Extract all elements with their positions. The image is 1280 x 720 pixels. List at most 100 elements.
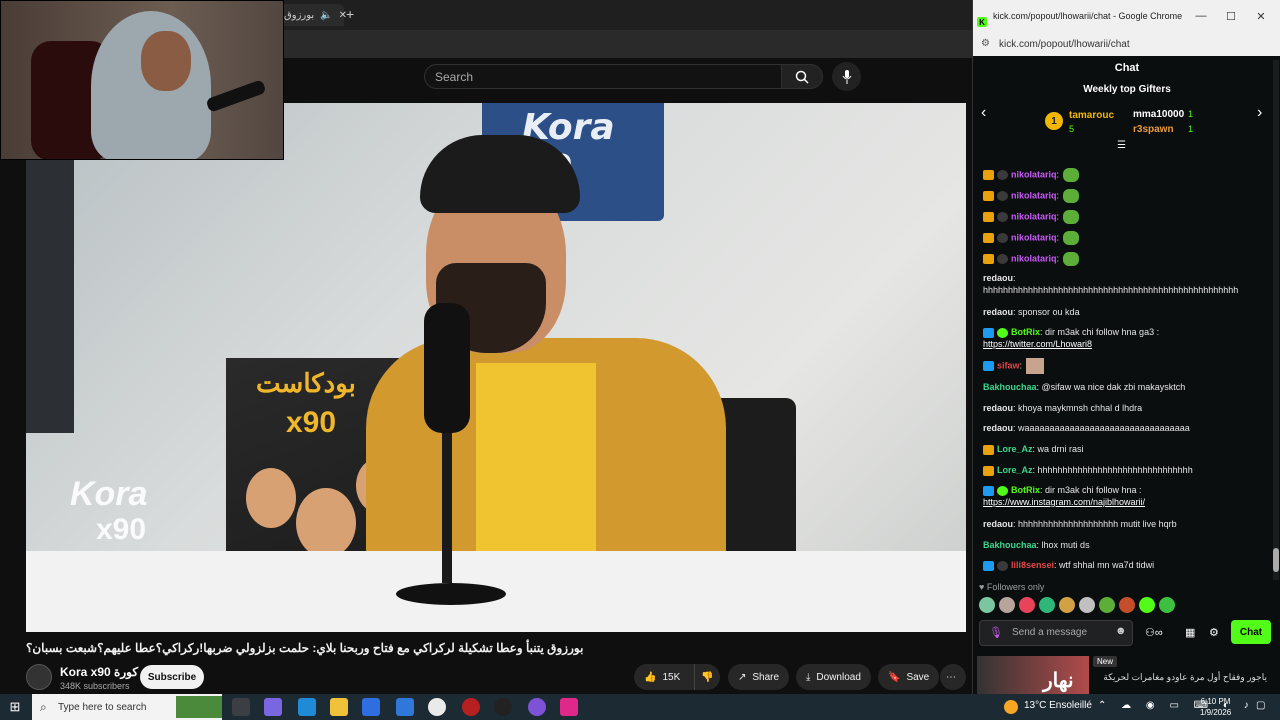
chat-message: nikolatariq: bbox=[983, 168, 1263, 182]
chat-message: Bakhouchaa: lhox muti ds bbox=[983, 540, 1090, 550]
emoji-picker-icon[interactable]: ☻ bbox=[1115, 625, 1127, 637]
chat-username[interactable]: nikolatariq bbox=[1011, 190, 1057, 200]
maximize-icon[interactable]: ☐ bbox=[1221, 10, 1241, 24]
emote-icon[interactable] bbox=[1019, 597, 1035, 613]
chat-username[interactable]: BotRix bbox=[1011, 485, 1040, 495]
chat-link[interactable]: https://twitter.com/Lhowari8 bbox=[983, 339, 1092, 349]
subscriber-icon bbox=[997, 254, 1008, 264]
send-chat-button[interactable]: Chat bbox=[1231, 620, 1271, 644]
chat-username[interactable]: redaou bbox=[983, 403, 1013, 413]
gifter-name[interactable]: r3spawn bbox=[1133, 124, 1174, 135]
verified-icon bbox=[997, 327, 1008, 338]
chat-username[interactable]: BotRix bbox=[1011, 327, 1040, 337]
chat-text: wtf shhal mn wa7d tidwi bbox=[1059, 560, 1155, 570]
gifter-name[interactable]: mma10000 bbox=[1133, 109, 1184, 120]
new-tab-button[interactable]: + bbox=[346, 6, 362, 22]
file-explorer-icon[interactable] bbox=[330, 698, 348, 716]
chat-scroll-thumb[interactable] bbox=[1273, 548, 1279, 572]
chat-username[interactable]: nikolatariq bbox=[1011, 232, 1057, 242]
copilot-icon[interactable] bbox=[264, 698, 282, 716]
crown-icon bbox=[983, 254, 994, 264]
chat-username[interactable]: nikolatariq bbox=[1011, 253, 1057, 263]
crown-icon bbox=[983, 191, 994, 201]
mail-icon[interactable] bbox=[396, 698, 414, 716]
store-icon[interactable] bbox=[362, 698, 380, 716]
channel-avatar[interactable] bbox=[26, 664, 52, 690]
emote-icon[interactable] bbox=[999, 597, 1015, 613]
edge-icon[interactable] bbox=[298, 698, 316, 716]
gifter-count: 1 bbox=[1188, 109, 1194, 119]
site-info-icon[interactable]: ⚙ bbox=[981, 38, 990, 49]
chat-message: nikolatariq: bbox=[983, 189, 1263, 203]
clock[interactable]: 6:10 PM 1/9/2026 bbox=[1200, 696, 1231, 718]
emote-icon[interactable] bbox=[1079, 597, 1095, 613]
discord-icon[interactable] bbox=[528, 698, 546, 716]
like-button[interactable]: 👍 15K bbox=[634, 664, 694, 690]
chat-username[interactable]: Lore_Az bbox=[997, 465, 1033, 475]
gift-icon[interactable]: ▦ bbox=[1185, 626, 1195, 639]
dislike-button[interactable]: 👎 bbox=[694, 664, 720, 690]
share-button[interactable]: ↗ Share bbox=[728, 664, 790, 690]
search-icon bbox=[795, 70, 809, 84]
video-player[interactable]: Kora 90 بودكاست x90 Kora x90 bbox=[26, 103, 966, 632]
link-icon[interactable]: ⚇∞ bbox=[1145, 626, 1163, 639]
chat-text: hhhhhhhhhhhhhhhhhhhhhhhhhhhhhhhhhhhhhhhh… bbox=[983, 285, 1239, 295]
search-button[interactable] bbox=[781, 64, 823, 89]
weather-widget[interactable]: 13°C Ensoleillé bbox=[1024, 700, 1092, 711]
app-icon[interactable] bbox=[560, 698, 578, 716]
gear-icon[interactable]: ⚙ bbox=[1209, 626, 1219, 639]
address-bar[interactable]: kick.com/popout/lhowarii/chat bbox=[973, 32, 1280, 56]
obs-icon[interactable] bbox=[462, 698, 480, 716]
emote-icon[interactable] bbox=[1059, 597, 1075, 613]
chevron-left-icon[interactable]: ‹ bbox=[981, 104, 986, 122]
emote-icon bbox=[1063, 168, 1080, 182]
task-view-icon[interactable] bbox=[232, 698, 250, 716]
download-button[interactable]: ⤓ Download bbox=[796, 664, 871, 690]
emote-icon[interactable] bbox=[1139, 597, 1155, 613]
chat-username[interactable]: sifaw bbox=[997, 360, 1020, 370]
emote-icon[interactable] bbox=[979, 597, 995, 613]
chat-link[interactable]: https://www.instagram.com/najiblhowarii/ bbox=[983, 497, 1145, 507]
minimize-icon[interactable]: — bbox=[1191, 10, 1211, 24]
tab-youtube[interactable]: بورزوق 🔈 ✕ bbox=[278, 4, 347, 26]
recommendation-brand: نهار bbox=[1043, 670, 1074, 692]
chrome-icon[interactable] bbox=[428, 698, 446, 716]
chat-text: waaaaaaaaaaaaaaaaaaaaaaaaaaaaaaaaa bbox=[1018, 423, 1190, 433]
chevron-right-icon[interactable]: › bbox=[1257, 104, 1262, 122]
voice-search-button[interactable] bbox=[832, 62, 861, 91]
chat-username[interactable]: redaou bbox=[983, 273, 1013, 283]
app-icon[interactable] bbox=[494, 698, 512, 716]
emote-icon[interactable] bbox=[1119, 597, 1135, 613]
more-actions-button[interactable]: ⋯ bbox=[940, 664, 966, 690]
emote-icon[interactable] bbox=[1039, 597, 1055, 613]
mic-icon[interactable]: 🎙 bbox=[989, 626, 1003, 639]
chat-username[interactable]: Lore_Az bbox=[997, 444, 1033, 454]
search-input[interactable]: Search bbox=[424, 64, 782, 89]
subscribe-button[interactable]: Subscribe bbox=[140, 665, 204, 689]
chat-username[interactable]: lili8sensei bbox=[1011, 560, 1054, 570]
chat-scrollbar[interactable] bbox=[1273, 60, 1279, 580]
chat-text: dir m3ak chi follow hna ga3 : bbox=[1045, 327, 1160, 337]
chat-username[interactable]: nikolatariq bbox=[1011, 211, 1057, 221]
channel-name[interactable]: Kora x90 كورة bbox=[60, 665, 138, 679]
more-icon: ⋯ bbox=[946, 671, 956, 683]
speaker-icon[interactable]: 🔈 bbox=[320, 10, 332, 21]
recommendation-title[interactable]: ياجور وفقاح أول مرة عاودو مغامرات لحريكة bbox=[1097, 672, 1267, 683]
system-tray[interactable]: ⌃ ☁ ◉ ▭ ⌨ ◐ ♪ bbox=[1098, 700, 1255, 711]
chat-username[interactable]: redaou bbox=[983, 519, 1013, 529]
close-icon[interactable]: ✕ bbox=[1251, 10, 1271, 24]
windows-start-icon[interactable]: ⊞ bbox=[0, 694, 30, 720]
emote-icon[interactable] bbox=[1099, 597, 1115, 613]
chat-username[interactable]: nikolatariq bbox=[1011, 169, 1057, 179]
save-label: Save bbox=[906, 671, 930, 683]
emote-icon bbox=[1063, 210, 1080, 224]
chat-username[interactable]: redaou bbox=[983, 423, 1013, 433]
crown-icon bbox=[983, 444, 994, 455]
emote-icon[interactable] bbox=[1159, 597, 1175, 613]
chat-username[interactable]: redaou bbox=[983, 307, 1013, 317]
bot-icon bbox=[983, 485, 994, 496]
chat-username[interactable]: Bakhouchaa bbox=[983, 382, 1037, 392]
chat-username[interactable]: Bakhouchaa bbox=[983, 540, 1037, 550]
notification-icon[interactable]: ▢ bbox=[1256, 700, 1265, 711]
save-button[interactable]: 🔖 Save bbox=[878, 664, 940, 690]
